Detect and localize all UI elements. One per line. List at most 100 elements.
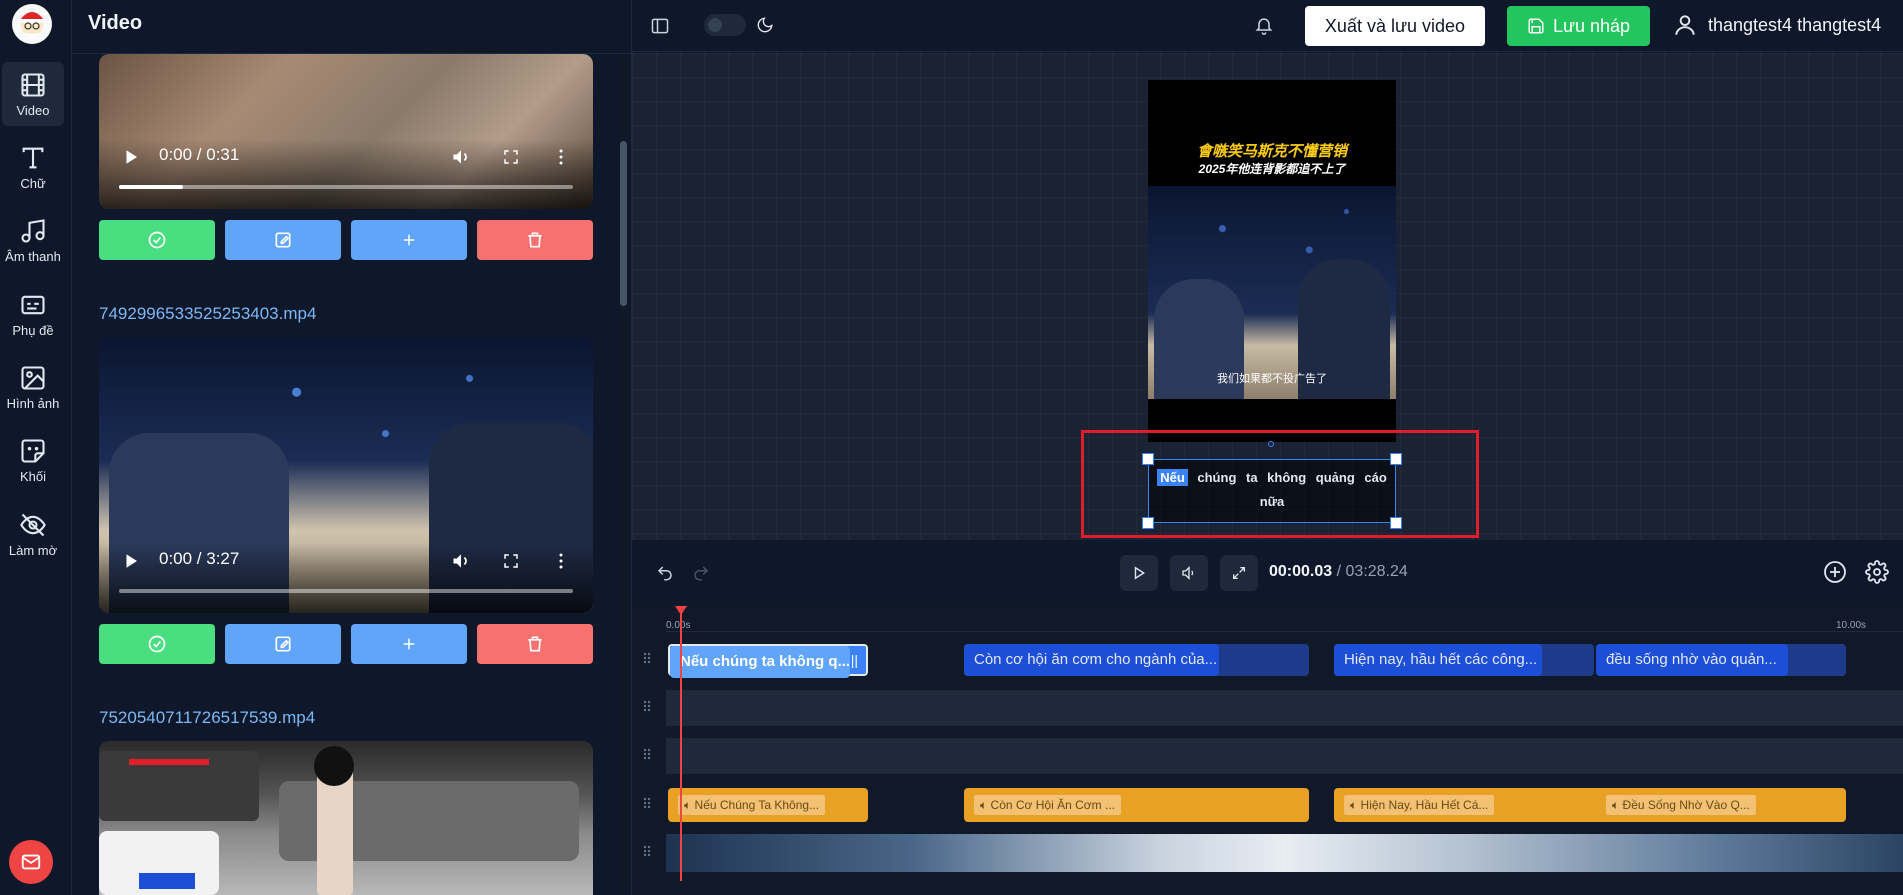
- tail-light: [129, 759, 209, 765]
- speaker-icon: 🔈︎: [1350, 798, 1361, 812]
- user-menu[interactable]: thangtest4 thangtest4: [1672, 12, 1881, 38]
- preview-caption-cn: 我们如果都不投广告了: [1217, 373, 1327, 385]
- empty-track[interactable]: [666, 690, 1903, 726]
- text-icon: [22, 147, 44, 168]
- export-button[interactable]: Xuất và lưu video: [1305, 6, 1485, 46]
- more-options-icon[interactable]: [549, 549, 573, 573]
- audio-clip[interactable]: 🔈︎ Còn Cơ Hội Ăn Cơm ...: [964, 788, 1309, 822]
- drag-grip-icon[interactable]: ⠿: [642, 747, 652, 764]
- add-track-button[interactable]: [1823, 560, 1847, 589]
- add-video-button[interactable]: [351, 220, 467, 260]
- current-time: 00:00.03: [1269, 563, 1333, 580]
- clip-label: Hiện nay, hầu hết các công...: [1334, 644, 1542, 676]
- volume-icon[interactable]: [449, 549, 473, 573]
- text-clip[interactable]: Còn cơ hội ăn cơm cho ngành của...: [964, 644, 1309, 676]
- settings-button[interactable]: [1865, 560, 1889, 589]
- add-video-button[interactable]: [351, 624, 467, 664]
- sticker-icon: [21, 438, 45, 463]
- username: thangtest4 thangtest4: [1708, 14, 1882, 35]
- rotate-handle[interactable]: [1268, 441, 1274, 447]
- resize-handle-tr[interactable]: [1390, 453, 1402, 465]
- more-options-icon[interactable]: [549, 145, 573, 169]
- audio-clip[interactable]: 🔈︎ Nếu Chúng Ta Không...: [668, 788, 868, 822]
- clip-text: Còn Cơ Hội Ăn Cơm ...: [990, 798, 1115, 812]
- time-display: 00:00.03 / 03:28.24: [1269, 563, 1408, 581]
- drag-grip-icon[interactable]: ⠿: [642, 796, 652, 813]
- rail-item-images[interactable]: Hình ảnh: [2, 355, 64, 419]
- fullscreen-button[interactable]: [1220, 555, 1258, 591]
- volume-icon[interactable]: [449, 145, 473, 169]
- playhead-marker[interactable]: [675, 606, 687, 615]
- delete-video-button[interactable]: [477, 220, 593, 260]
- total-duration: 03:28.24: [1345, 563, 1408, 580]
- sidebar-toggle-button[interactable]: [650, 16, 670, 41]
- app-logo[interactable]: [12, 4, 52, 44]
- video-filename[interactable]: 7520540711726517539.mp4: [99, 708, 315, 728]
- rail-item-blocks[interactable]: Khối: [2, 428, 64, 492]
- license-plate: [139, 873, 195, 889]
- play-icon[interactable]: [119, 145, 143, 169]
- select-video-button[interactable]: [99, 220, 215, 260]
- theme-toggle[interactable]: [704, 14, 746, 36]
- trim-handle-icon[interactable]: ||: [851, 652, 858, 668]
- drag-grip-icon[interactable]: ⠿: [642, 844, 652, 861]
- player-time: 0:00 / 3:27: [159, 549, 240, 568]
- video-filename[interactable]: 7492996533525253403.mp4: [99, 304, 316, 324]
- undo-icon: [657, 566, 672, 581]
- eye-off-icon: [20, 513, 46, 536]
- subtitle-text-box[interactable]: Nếu chúng ta không quảng cáo nữa: [1148, 459, 1396, 523]
- edit-video-button[interactable]: [225, 624, 341, 664]
- select-video-button[interactable]: [99, 624, 215, 664]
- time-ruler[interactable]: 0.00s 10.00s: [666, 606, 1903, 632]
- video-player[interactable]: 0:00 / 0:31: [99, 54, 593, 209]
- panel-scrollbar[interactable]: [620, 56, 627, 892]
- mute-button[interactable]: [1170, 555, 1208, 591]
- play-icon[interactable]: [119, 549, 143, 573]
- save-draft-button[interactable]: Lưu nháp: [1507, 6, 1650, 46]
- preview-canvas: 會嗾笑马斯克不懂营销 2025年他连背影都追不上了 我们如果都不投广告了 Nếu…: [632, 53, 1903, 540]
- video-player[interactable]: 0:00 / 3:27: [99, 337, 593, 613]
- person-hair: [314, 746, 354, 786]
- rail-item-text[interactable]: Chữ: [2, 135, 64, 199]
- text-clip-selected[interactable]: Nếu chúng ta không q... ||: [668, 644, 868, 678]
- player-progress[interactable]: [119, 589, 573, 593]
- notification-button[interactable]: [1254, 15, 1274, 40]
- video-player[interactable]: [99, 741, 593, 895]
- delete-video-button[interactable]: [477, 624, 593, 664]
- moon-icon: [757, 17, 773, 33]
- edit-video-button[interactable]: [225, 220, 341, 260]
- redo-button[interactable]: [692, 564, 710, 587]
- empty-track[interactable]: [666, 738, 1903, 774]
- rail-item-subtitles[interactable]: Phụ đề: [2, 282, 64, 346]
- playhead[interactable]: [680, 606, 682, 881]
- drag-grip-icon[interactable]: ⠿: [642, 651, 652, 668]
- preview-subtitle-cn: 2025年他连背影都追不上了: [1198, 162, 1346, 176]
- rail-item-video[interactable]: Video: [2, 62, 64, 126]
- video-preview[interactable]: 會嗾笑马斯克不懂营销 2025年他连背影都追不上了 我们如果都不投广告了: [1148, 80, 1396, 442]
- text-clip[interactable]: đều sống nhờ vào quản...: [1596, 644, 1846, 676]
- timeline[interactable]: 0.00s 10.00s ⠿ Nếu chúng ta không q... |…: [632, 606, 1903, 895]
- time-separator: /: [1336, 563, 1342, 580]
- clip-text: Hiện Nay, Hầu Hết Cá...: [1360, 798, 1489, 812]
- video-actions: [99, 624, 593, 664]
- top-bar: Xuất và lưu video Lưu nháp thangtest4 th…: [632, 0, 1903, 52]
- resize-handle-tl[interactable]: [1142, 453, 1154, 465]
- image-icon: [21, 365, 45, 390]
- ruler-start-label: 0.00s: [666, 620, 691, 631]
- player-progress[interactable]: [119, 185, 573, 189]
- playback-bar: 00:00.03 / 03:28.24: [632, 540, 1903, 606]
- resize-handle-br[interactable]: [1390, 517, 1402, 529]
- resize-handle-bl[interactable]: [1142, 517, 1154, 529]
- play-button[interactable]: [1120, 555, 1158, 591]
- rail-item-audio[interactable]: Âm thanh: [2, 208, 64, 272]
- text-clip[interactable]: Hiện nay, hầu hết các công...: [1334, 644, 1594, 676]
- drag-grip-icon[interactable]: ⠿: [642, 699, 652, 716]
- scroll-thumb[interactable]: [620, 141, 627, 306]
- rail-item-blur[interactable]: Làm mờ: [2, 502, 64, 566]
- video-track-clip[interactable]: [666, 834, 1903, 872]
- fullscreen-icon[interactable]: [499, 549, 523, 573]
- mail-button[interactable]: [9, 840, 53, 884]
- undo-button[interactable]: [656, 564, 674, 587]
- audio-clip[interactable]: 🔈︎ Hiện Nay, Hầu Hết Cá... 🔈︎ Đều Sống N…: [1334, 788, 1846, 822]
- fullscreen-icon[interactable]: [499, 145, 523, 169]
